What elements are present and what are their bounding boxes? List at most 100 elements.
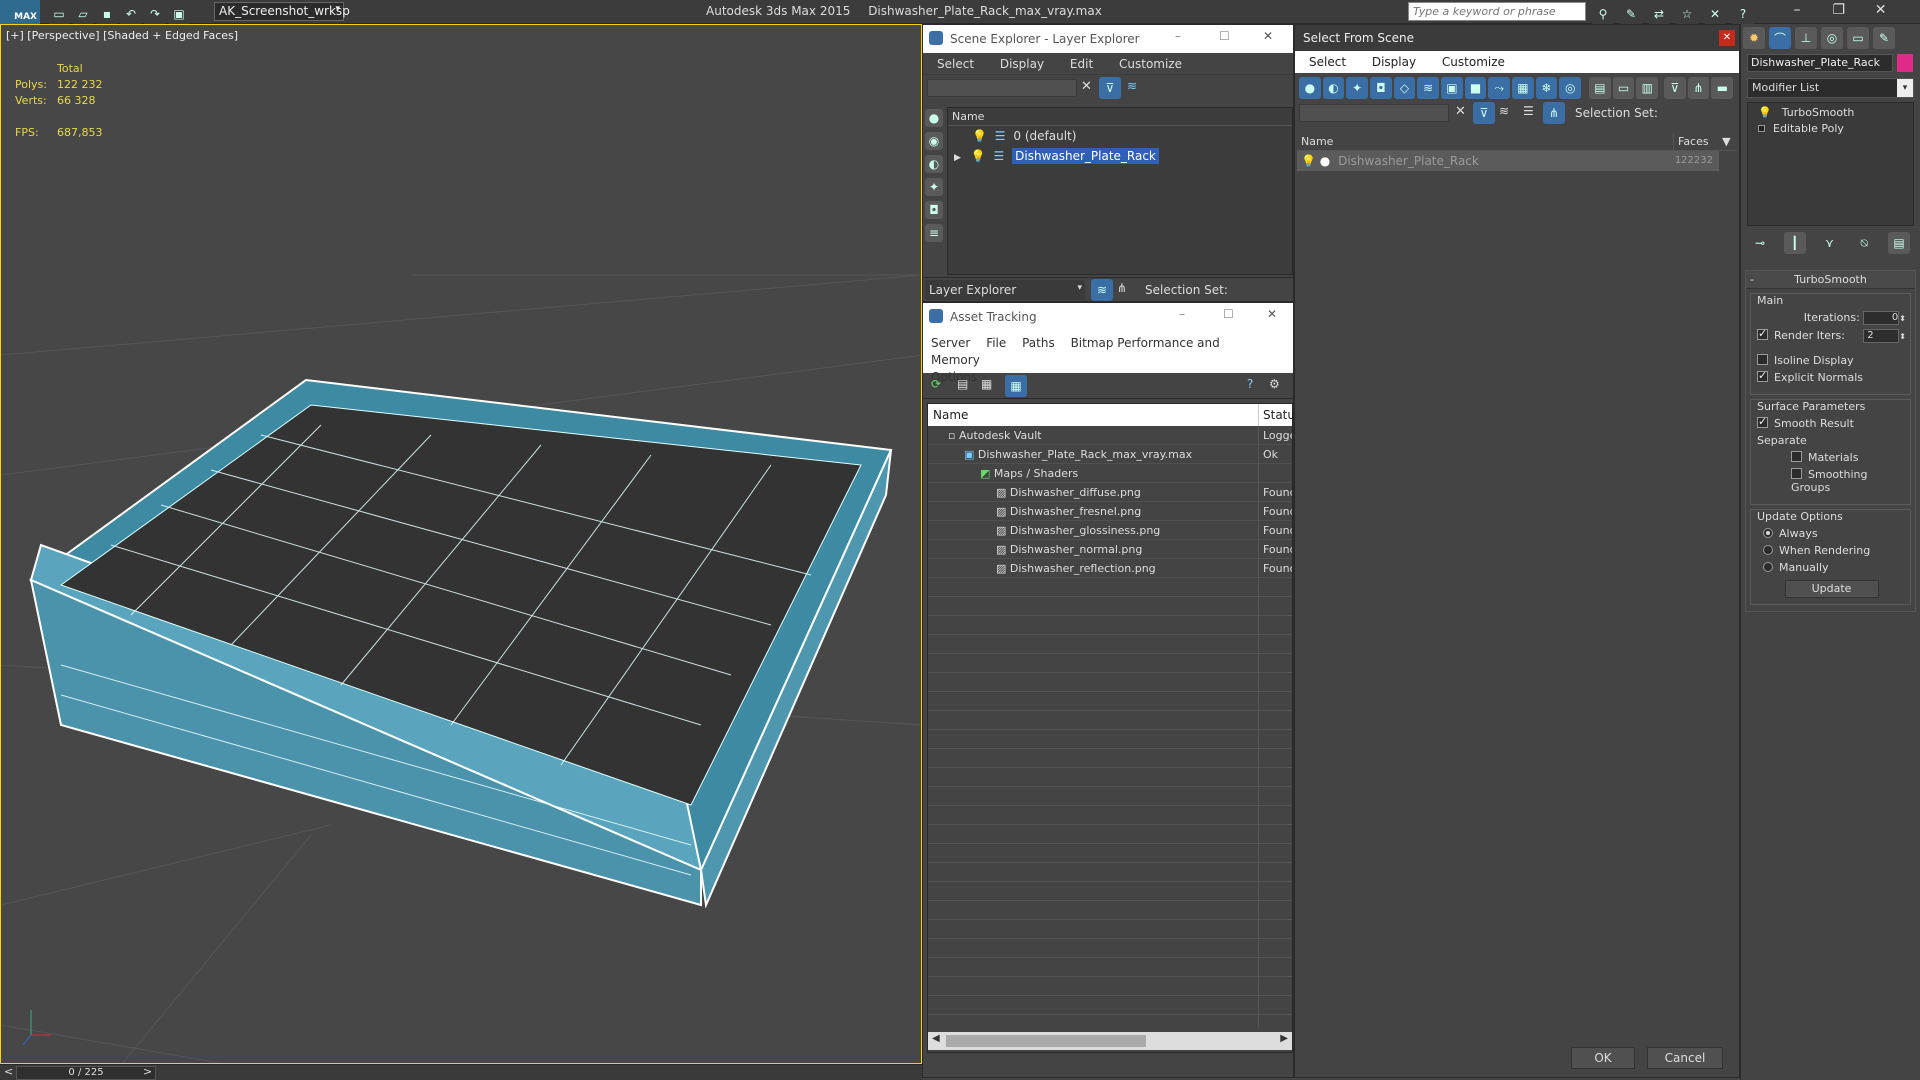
menu-display[interactable]: Display (1000, 57, 1044, 71)
display-frozen-icon[interactable]: ❄ (1535, 77, 1558, 99)
menu-customize[interactable]: Customize (1119, 57, 1182, 71)
isoline-checkbox[interactable] (1757, 354, 1768, 365)
lightbulb-icon[interactable]: 💡 (1297, 154, 1316, 168)
project-icon[interactable]: ▣ (168, 3, 190, 25)
display-bones-icon[interactable]: ⤳ (1488, 77, 1511, 99)
object-row[interactable]: 💡 ● Dishwasher_Plate_Rack 122232 (1297, 151, 1719, 171)
minimize-icon[interactable]: – (1179, 307, 1185, 321)
close-icon[interactable]: ✕ (1862, 2, 1900, 18)
modifier-list-dropdown[interactable]: Modifier List ▾ (1747, 78, 1914, 98)
column-name-header[interactable]: Name (928, 408, 968, 422)
update-button[interactable]: Update (1784, 580, 1879, 598)
layer-list-header[interactable]: Name (948, 108, 1292, 126)
scroll-right-icon[interactable]: ▶ (1280, 1033, 1288, 1044)
stack-item-turbosmooth[interactable]: 💡 TurboSmooth (1748, 105, 1913, 121)
scene-explorer-titlebar[interactable]: Scene Explorer - Layer Explorer – ☐ ✕ (923, 25, 1293, 53)
display-geometry-icon[interactable]: ● (1299, 77, 1321, 99)
timeline-thumb[interactable]: 0 / 225 (16, 1066, 156, 1080)
render-iters-spinner[interactable]: 2 (1863, 329, 1900, 343)
x-icon[interactable]: ✕ (1704, 3, 1726, 25)
lightbulb-icon[interactable]: 💡 (1758, 106, 1772, 119)
menu-select[interactable]: Select (937, 57, 974, 71)
hierarchy-icon[interactable]: ⋔ (1543, 102, 1565, 124)
utilities-tab-icon[interactable]: ✎ (1873, 27, 1895, 49)
layer-row-selected[interactable]: ▶ 💡 ☰ Dishwasher_Plate_Rack (948, 146, 1292, 166)
clear-search-icon[interactable]: ✕ (1455, 104, 1466, 119)
layers-icon[interactable]: ☰ (1523, 104, 1534, 118)
app-logo[interactable]: MAX (0, 0, 40, 24)
maximize-icon[interactable]: ☐ (1219, 29, 1230, 43)
object-name-field[interactable]: Dishwasher_Plate_Rack (1747, 54, 1893, 72)
display-groups-icon[interactable]: ▣ (1441, 77, 1463, 99)
display-cameras-icon[interactable]: ◘ (1370, 77, 1392, 99)
timeline-prev-button[interactable]: < (4, 1065, 13, 1078)
asset-row[interactable]: ▣ Dishwasher_Plate_Rack_max_vray.max Ok (928, 445, 1292, 464)
modify-tab-icon[interactable]: ⌒ (1769, 27, 1791, 49)
perspective-viewport[interactable]: [+] [Perspective] [Shaded + Edged Faces]… (0, 24, 922, 1064)
filter-icon[interactable]: ⊽ (1664, 77, 1686, 99)
exchange-icon[interactable]: ⇄ (1648, 3, 1670, 25)
find-icon[interactable]: ≋ (1127, 79, 1137, 93)
make-unique-icon[interactable]: ⋎ (1819, 232, 1841, 254)
render-iters-checkbox[interactable] (1757, 327, 1768, 340)
column-faces-header[interactable]: Faces ▼ (1673, 133, 1731, 151)
iterations-spinner[interactable]: 0 (1863, 311, 1900, 325)
spinner-arrows-icon[interactable]: ⬍ (1899, 314, 1906, 323)
menu-paths[interactable]: Paths (1022, 336, 1055, 350)
asset-row[interactable]: ▨ Dishwasher_diffuse.png Found (928, 483, 1292, 502)
select-invert-icon[interactable]: ▥ (1636, 77, 1659, 99)
select-all-icon[interactable]: ▤ (1589, 77, 1611, 99)
display-layers-icon[interactable]: ≡ (925, 224, 943, 242)
filter-toggle-icon[interactable]: ⊽ (1473, 102, 1495, 124)
display-cameras-icon[interactable]: ◘ (925, 201, 943, 219)
display-shapes-icon[interactable]: ◐ (1322, 77, 1345, 99)
show-end-result-icon[interactable]: ┃ (1783, 232, 1806, 254)
motion-tab-icon[interactable]: ◎ (1821, 27, 1843, 49)
undo-icon[interactable]: ↶ (120, 3, 142, 25)
lightbulb-icon[interactable]: 💡 (971, 149, 986, 163)
menu-select[interactable]: Select (1309, 55, 1346, 69)
menu-server[interactable]: Server (931, 336, 970, 350)
asset-row[interactable]: ◩ Maps / Shaders (928, 464, 1292, 483)
search-box[interactable] (1408, 2, 1586, 21)
help-icon[interactable]: ? (1732, 3, 1754, 25)
timeline-next-button[interactable]: > (143, 1065, 152, 1078)
find-icon[interactable]: ≋ (1499, 104, 1509, 118)
asset-row[interactable]: ▨ Dishwasher_glossiness.png Found (928, 521, 1292, 540)
pin-stack-icon[interactable]: ⊸ (1749, 232, 1771, 254)
remove-modifier-icon[interactable]: ⍉ (1853, 232, 1875, 254)
object-color-swatch[interactable] (1897, 54, 1913, 72)
display-containers-icon[interactable]: ▦ (1512, 77, 1534, 99)
save-icon[interactable]: ▪ (96, 3, 118, 25)
configure-sets-icon[interactable]: ▤ (1888, 232, 1910, 254)
menu-customize[interactable]: Customize (1442, 55, 1505, 69)
hierarchy-tab-icon[interactable]: ⊥ (1795, 27, 1817, 49)
select-none-icon[interactable]: ▭ (1612, 77, 1635, 99)
cancel-button[interactable]: Cancel (1647, 1047, 1723, 1069)
scroll-thumb[interactable] (946, 1035, 1146, 1047)
materials-checkbox[interactable] (1791, 451, 1802, 462)
close-icon[interactable]: ✕ (1267, 307, 1277, 321)
list-view-icon[interactable]: ▤ (957, 377, 968, 391)
close-icon[interactable]: ✕ (1263, 29, 1273, 43)
column-name-header[interactable]: Name (1297, 135, 1333, 148)
hierarchy-filter-icon[interactable]: ⋔ (1687, 77, 1710, 99)
display-tab-icon[interactable]: ▭ (1847, 27, 1869, 49)
details-view-icon[interactable]: ▦ (981, 377, 992, 391)
asset-row[interactable]: ▫ Autodesk Vault Logge (928, 426, 1292, 445)
ok-button[interactable]: OK (1571, 1047, 1635, 1069)
help-icon[interactable]: ? (1247, 377, 1253, 391)
when-rendering-radio[interactable] (1763, 545, 1773, 555)
open-file-icon[interactable]: ▱ (72, 3, 94, 25)
scene-explorer-search-input[interactable] (927, 79, 1077, 97)
display-geometry-icon[interactable]: ◉ (925, 132, 943, 150)
asset-row[interactable]: ▨ Dishwasher_normal.png Found (928, 540, 1292, 559)
maximize-icon[interactable]: ☐ (1223, 307, 1234, 321)
close-icon[interactable]: ✕ (1719, 30, 1735, 46)
filter-icon[interactable]: ⊽ (1099, 77, 1121, 99)
menu-edit[interactable]: Edit (1070, 57, 1093, 71)
minimize-icon[interactable]: – (1175, 29, 1181, 43)
smoothing-groups-checkbox[interactable] (1791, 468, 1802, 479)
lightbulb-icon[interactable]: 💡 (972, 129, 987, 143)
asset-tracking-titlebar[interactable]: Asset Tracking – ☐ ✕ (923, 303, 1293, 331)
